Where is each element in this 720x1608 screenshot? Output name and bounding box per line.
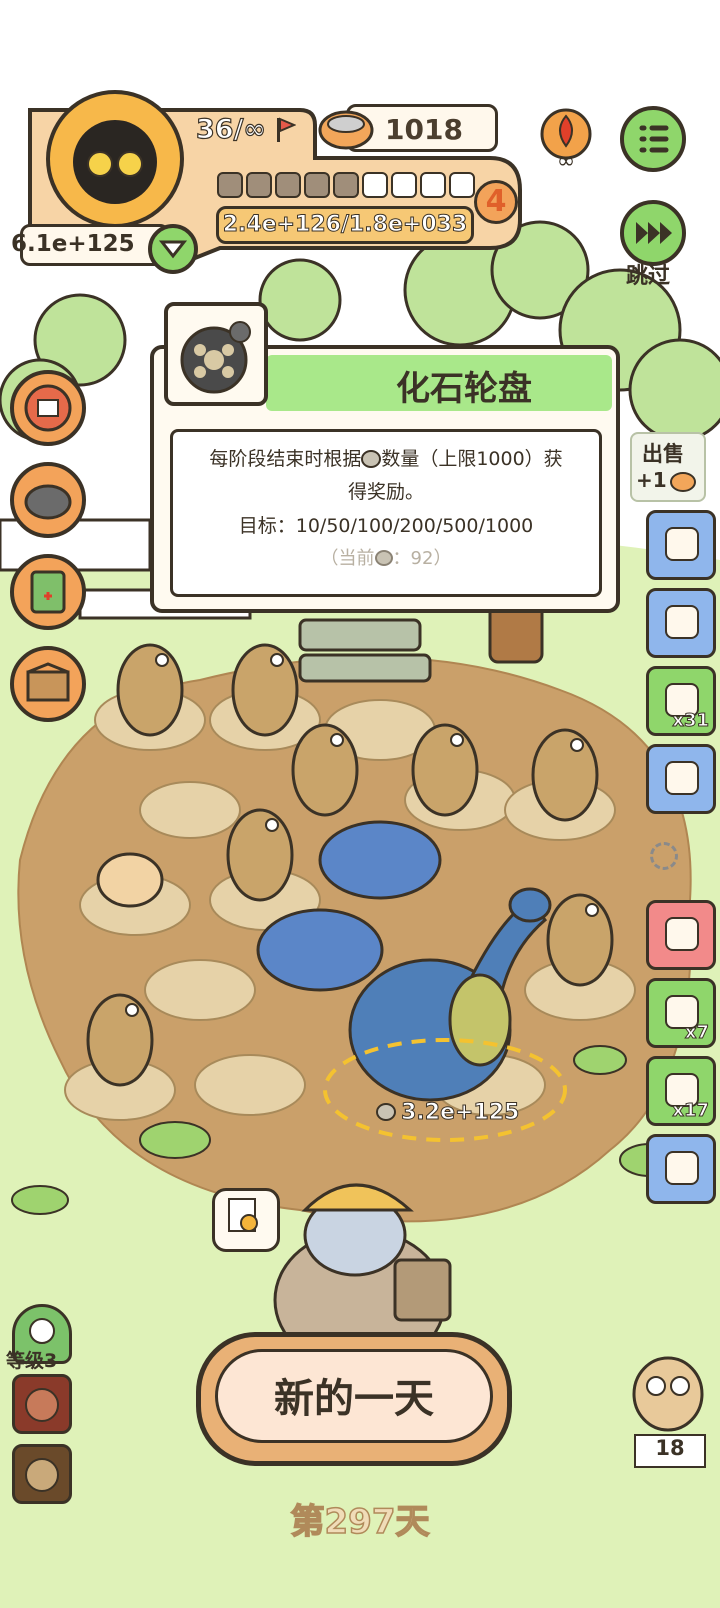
black-cat-icon: [73, 120, 157, 204]
list-menu-icon: [639, 125, 669, 153]
owl-counter[interactable]: 18: [628, 1346, 708, 1468]
item-slot-ticket[interactable]: x31: [646, 666, 716, 736]
current-suffix: ：92）: [392, 548, 452, 569]
food-bowl-icon: [316, 104, 376, 158]
desc-line1: 每阶段结束时根据: [209, 448, 362, 470]
item-quantity: x31: [672, 710, 710, 732]
cardboard-box-icon: [26, 662, 70, 702]
egg-icon: [665, 917, 699, 951]
item-slot-hut[interactable]: [646, 510, 716, 580]
item-slot-bag[interactable]: x7: [646, 978, 716, 1048]
skip-button[interactable]: [620, 200, 686, 266]
progress-segment: [449, 172, 475, 198]
new-day-label: 新的一天: [274, 1376, 434, 1422]
progress-segment: [333, 172, 359, 198]
desc-line1b: 数量（上限1000）获: [381, 448, 563, 470]
fire-icon: ∞: [540, 108, 592, 174]
progress-segment: [304, 172, 330, 198]
seed-bag-button[interactable]: [12, 1374, 72, 1434]
handheld-button[interactable]: [10, 554, 86, 630]
owl-icon: [632, 1356, 704, 1432]
hut-icon: [665, 527, 699, 561]
fossil-coin-icon: [374, 550, 393, 566]
new-day-button[interactable]: 新的一天: [196, 1332, 512, 1466]
level-label: 等级3: [6, 1350, 58, 1372]
svg-text:∞: ∞: [557, 149, 575, 170]
expand-button[interactable]: [148, 224, 198, 274]
certificate-icon: [228, 1198, 258, 1232]
fast-forward-icon: [636, 222, 672, 244]
item-slot-egg[interactable]: [646, 900, 716, 970]
item-quantity: x17: [672, 1100, 710, 1122]
handheld-console-icon: [30, 570, 66, 614]
owl-count: 18: [634, 1434, 706, 1468]
food-bowl-icon: [670, 472, 696, 492]
progress-segment: [362, 172, 388, 198]
yield-value: 3.2e+125: [401, 1100, 520, 1126]
fossil-skull-icon: [25, 1458, 59, 1492]
pot-icon: [24, 484, 72, 520]
fossil-wheel-icon-frame: [164, 302, 268, 406]
fossil-button[interactable]: [12, 1444, 72, 1504]
seed-bag-icon: [25, 1388, 59, 1422]
progress-segment: [246, 172, 272, 198]
progress-segments: [216, 170, 478, 202]
item-slot-camera[interactable]: [646, 744, 716, 814]
fire-infinity-badge[interactable]: ∞: [534, 106, 598, 174]
stage-progress: 36/∞: [195, 113, 266, 145]
skip-label: 跳过: [626, 264, 671, 289]
player-avatar[interactable]: [46, 90, 184, 228]
sell-bonus: +1: [636, 468, 667, 492]
gear-icon[interactable]: [650, 842, 678, 870]
score-ratio: 2.4e+126/1.8e+033: [222, 212, 468, 238]
fossil-coin-icon: [376, 1103, 396, 1121]
shrine-button[interactable]: [10, 370, 86, 446]
item-quantity: x7: [684, 1022, 709, 1044]
day-counter: 第297天: [290, 1501, 430, 1543]
sell-button[interactable]: 出售 +1: [630, 432, 706, 502]
progress-segment: [420, 172, 446, 198]
coin-value: 1018: [385, 113, 463, 146]
player-value: 6.1e+125: [11, 231, 135, 257]
game-scene: 36/∞ 1018 4 2.4e+126/1.8e+033 6.1e+125 ∞: [0, 0, 720, 1608]
popup-description: 每阶段结束时根据 数量（上限1000）获 得奖励。 目标：10/50/100/20…: [170, 429, 602, 597]
current-line: （当前 ：92）: [173, 544, 599, 574]
popup-title: 化石轮盘: [396, 369, 532, 409]
fossil-coin-icon: [361, 450, 382, 468]
shrine-icon: [24, 384, 72, 432]
flag-icon: [274, 116, 297, 148]
progress-segment: [391, 172, 417, 198]
progress-segment: [275, 172, 301, 198]
item-slot-box[interactable]: [646, 1134, 716, 1204]
desc-line2: 得奖励。: [347, 481, 424, 503]
certificate-bubble[interactable]: [212, 1188, 280, 1252]
box-button[interactable]: [10, 646, 86, 722]
current-prefix: （当前: [320, 548, 375, 569]
chevron-down-icon: [158, 240, 188, 259]
leaf-icon: [665, 605, 699, 639]
item-slot-leaf[interactable]: [646, 588, 716, 658]
menu-button[interactable]: [620, 106, 686, 172]
target-line: 目标：10/50/100/200/500/1000: [238, 515, 534, 537]
yield-label: 3.2e+125: [376, 1100, 520, 1126]
camera-icon: [665, 761, 699, 795]
progress-segment: [217, 172, 243, 198]
fossil-wheel-icon: [180, 321, 251, 394]
box-icon: [665, 1151, 699, 1185]
sell-label: 出售: [642, 442, 684, 466]
pot-button[interactable]: [10, 462, 86, 538]
level-badge: 4: [474, 180, 518, 224]
score-ratio-bar: 2.4e+126/1.8e+033: [216, 206, 474, 244]
item-slot-helmet[interactable]: x17: [646, 1056, 716, 1126]
dinosaur-creature: [348, 887, 552, 1102]
